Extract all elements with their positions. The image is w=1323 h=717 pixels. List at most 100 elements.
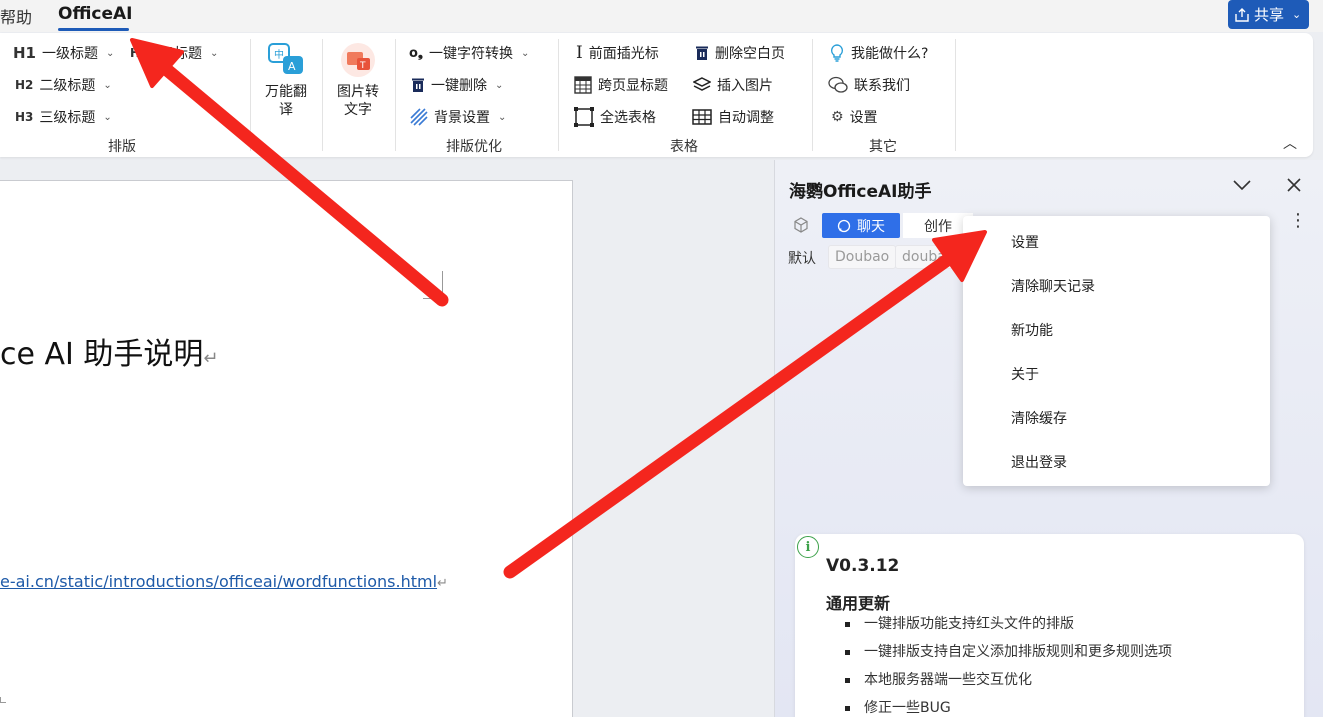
one-click-delete-label: 一键删除 (431, 78, 487, 94)
tab-chat[interactable]: 聊天 (822, 213, 900, 238)
background-icon (410, 108, 428, 126)
table-header-icon (574, 76, 592, 94)
group-label-other: 其它 (869, 139, 897, 155)
select-all-tables-button[interactable]: 全选表格 (574, 107, 656, 127)
h1-icon: H1 (13, 44, 36, 62)
image-stack-icon (693, 77, 711, 91)
share-button[interactable]: 共享 ⌄ (1228, 0, 1309, 29)
settings-label: 设置 (849, 110, 878, 126)
menu-item-settings[interactable]: 设置 (1011, 232, 1039, 252)
share-label: 共享 (1254, 6, 1285, 24)
h4-icon: H (130, 46, 141, 60)
wechat-icon (828, 76, 848, 93)
delete-blank-page-label: 删除空白页 (715, 46, 785, 62)
tab-officeai[interactable]: OfficeAI (58, 4, 133, 24)
cube-icon[interactable] (793, 217, 809, 237)
delete-page-icon (696, 46, 708, 60)
menu-item-new-features[interactable]: 新功能 (1011, 320, 1053, 340)
group-divider (955, 39, 956, 151)
contact-us-button[interactable]: 联系我们 (828, 75, 910, 95)
tab-create-label: 创作 (924, 218, 952, 235)
h3-icon: H3 (15, 110, 34, 124)
cursor-icon: I (576, 43, 583, 63)
menu-item-clear-cache[interactable]: 清除缓存 (1011, 408, 1067, 428)
group-label-table: 表格 (670, 139, 698, 155)
delete-blank-page-button[interactable]: 删除空白页 (695, 43, 785, 63)
group-label-optimize: 排版优化 (446, 139, 502, 155)
version-label: V0.3.12 (826, 556, 900, 576)
char-convert-button[interactable]: o❟ 一键字符转换 ⌄ (409, 43, 529, 63)
what-can-i-do-button[interactable]: 我能做什么? (829, 43, 928, 63)
chat-bubble-icon (837, 219, 851, 232)
close-icon[interactable] (1286, 174, 1302, 198)
chevron-down-icon: ⌄ (210, 47, 219, 59)
translate-icon: 中 A (268, 43, 303, 74)
list-item: 本地服务器端一些交互优化 (845, 671, 1172, 699)
document-link[interactable]: e-ai.cn/static/introductions/officeai/wo… (0, 572, 448, 591)
model-chip[interactable]: Doubao (828, 245, 897, 269)
svg-text:中: 中 (274, 48, 284, 61)
char-convert-icon: o❟ (409, 45, 424, 61)
background-settings-button[interactable]: 背景设置 ⌄ (410, 107, 506, 127)
paragraph-mark: ↵ (203, 348, 219, 369)
panel-title: 海鹦OfficeAI助手 (789, 182, 932, 202)
image-to-text-button[interactable]: T 图片转文字 (333, 41, 383, 119)
autofit-icon (692, 109, 712, 125)
paragraph-corner-mark (0, 697, 6, 703)
insert-image-label: 插入图片 (717, 78, 773, 94)
chevron-down-icon: ⌄ (521, 47, 530, 59)
what-can-i-do-label: 我能做什么? (851, 46, 929, 62)
document-area: ce AI 助手说明↵ e-ai.cn/static/introductions… (0, 160, 774, 717)
menu-bar: 帮助 OfficeAI 共享 ⌄ (0, 0, 1323, 32)
auto-fit-label: 自动调整 (718, 110, 774, 126)
more-icon[interactable]: ⋮ (1289, 210, 1307, 231)
menu-item-clear-chat[interactable]: 清除聊天记录 (1011, 276, 1095, 296)
chevron-down-icon[interactable] (1233, 176, 1251, 195)
group-divider (395, 39, 396, 151)
tab-help[interactable]: 帮助 (0, 4, 32, 28)
menu-item-logout[interactable]: 退出登录 (1011, 452, 1067, 472)
repeat-header-button[interactable]: 跨页显标题 (574, 75, 668, 95)
heading4-label: 四级标题 (146, 46, 203, 62)
one-click-delete-button[interactable]: 一键删除 ⌄ (411, 75, 503, 95)
translate-label: 万能翻译 (265, 84, 307, 118)
group-label-layout: 排版 (108, 139, 136, 155)
panel-dropdown-menu: 设置 清除聊天记录 新功能 关于 清除缓存 退出登录 (963, 216, 1270, 486)
update-list: 一键排版功能支持红头文件的排版 一键排版支持自定义添加排版规则和更多规则选项 本… (845, 615, 1172, 717)
document-link-text: e-ai.cn/static/introductions/officeai/wo… (0, 572, 438, 591)
active-tab-indicator (58, 28, 129, 31)
svg-text:T: T (359, 61, 366, 71)
group-divider (322, 39, 323, 151)
ribbon: H1 一级标题 ⌄ H 四级标题 ⌄ H2 二级标题 ⌄ H3 三级标题 ⌄ 中… (0, 33, 1313, 157)
heading2-label: 二级标题 (39, 78, 96, 94)
model-default-label: 默认 (788, 251, 816, 267)
heading2-button[interactable]: H2 二级标题 ⌄ (15, 75, 112, 95)
crop-mark (423, 271, 443, 299)
insert-image-button[interactable]: 插入图片 (693, 75, 773, 95)
collapse-ribbon-icon[interactable]: ︿ (1283, 133, 1297, 153)
model-chip[interactable]: doubao (895, 245, 965, 269)
list-item: 一键排版支持自定义添加排版规则和更多规则选项 (845, 643, 1172, 671)
translate-button[interactable]: 中 A 万能翻译 (262, 41, 310, 119)
heading1-button[interactable]: H1 一级标题 ⌄ (13, 43, 114, 63)
document-title-text: ce AI 助手说明 (0, 337, 204, 372)
group-divider (250, 39, 251, 151)
document-page[interactable]: ce AI 助手说明↵ e-ai.cn/static/introductions… (0, 180, 573, 717)
chevron-down-icon: ⌄ (103, 79, 112, 91)
chevron-down-icon: ⌄ (103, 111, 112, 123)
select-all-tables-label: 全选表格 (600, 110, 656, 126)
heading3-button[interactable]: H3 三级标题 ⌄ (15, 107, 112, 127)
model-chip-label: Doubao (835, 249, 890, 265)
update-notes-card: i V0.3.12 通用更新 一键排版功能支持红头文件的排版 一键排版支持自定义… (795, 534, 1304, 717)
settings-button[interactable]: ⚙ 设置 (831, 107, 878, 127)
insert-cursor-front-button[interactable]: I 前面插光标 (576, 43, 659, 63)
chevron-down-icon: ⌄ (106, 47, 115, 59)
auto-fit-button[interactable]: 自动调整 (692, 107, 774, 127)
group-divider (812, 39, 813, 151)
menu-item-about[interactable]: 关于 (1011, 364, 1039, 384)
document-title[interactable]: ce AI 助手说明↵ (0, 329, 219, 373)
info-icon: i (797, 536, 819, 558)
update-heading: 通用更新 (826, 594, 891, 613)
heading4-button[interactable]: H 四级标题 ⌄ (130, 43, 218, 63)
group-divider (558, 39, 559, 151)
